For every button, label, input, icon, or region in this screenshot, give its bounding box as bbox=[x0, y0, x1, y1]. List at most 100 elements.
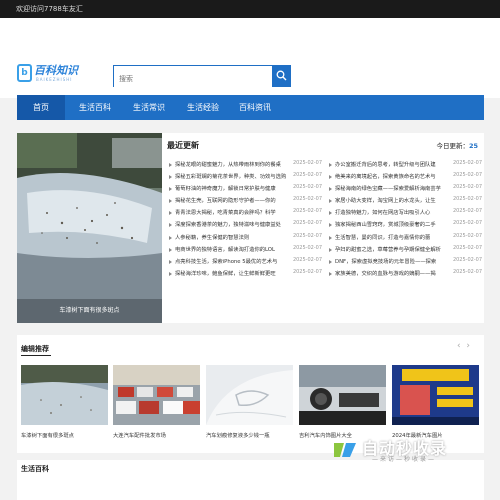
news-item[interactable]: 办公室搬迁背后的思考，转型升级与团队建 2025-02-07 bbox=[327, 160, 482, 172]
news-title[interactable]: 点亮科技生活，探索iPhone 5最优的艺术与 bbox=[175, 257, 288, 265]
news-item[interactable]: 葡萄籽油的神奇魔力，解锁日常护肤与健康 2025-02-07 bbox=[167, 184, 322, 196]
watermark-logo-icon bbox=[334, 443, 356, 457]
recommend-card[interactable]: 2024年最新汽车图片 bbox=[392, 365, 479, 439]
recommend-card[interactable]: 大连汽车配件批发市场 bbox=[113, 365, 200, 439]
prev-arrow-icon[interactable]: ‹ bbox=[457, 341, 461, 351]
news-title[interactable]: 家居小助大变样，淘宝网上的水龙头，让生 bbox=[335, 196, 448, 204]
news-list-right: 办公室搬迁背后的思考，转型升级与团队建 2025-02-07 绝美来的离境起名，探… bbox=[327, 160, 482, 281]
news-item[interactable]: 家居小助大变样，淘宝网上的水龙头，让生 2025-02-07 bbox=[327, 196, 482, 208]
nav-life-tips[interactable]: 生活常识 bbox=[123, 95, 175, 120]
news-date: 2025-02-07 bbox=[292, 244, 322, 251]
news-title[interactable]: DNF，探索虚拟竞技场的元年冒险——探索 bbox=[335, 257, 448, 265]
nav-life-encyclopedia[interactable]: 生活百科 bbox=[69, 95, 121, 120]
news-date: 2025-02-07 bbox=[292, 196, 322, 203]
news-list-left: 探秘龙眼的甜蜜魅力，从热带雨林到你的餐桌 2025-02-07 探秘五彩斑斓的菊花… bbox=[167, 160, 322, 281]
news-date: 2025-02-07 bbox=[292, 232, 322, 239]
news-title[interactable]: 绝美来的离境起名，探索黄族命名的艺术与 bbox=[335, 172, 448, 180]
news-date: 2025-02-07 bbox=[452, 160, 482, 166]
news-item[interactable]: DNF，探索虚拟竞技场的元年冒险——探索 2025-02-07 bbox=[327, 257, 482, 269]
recommend-image[interactable] bbox=[299, 365, 386, 425]
news-date: 2025-02-07 bbox=[452, 172, 482, 179]
news-date: 2025-02-07 bbox=[292, 160, 322, 166]
news-date: 2025-02-07 bbox=[452, 268, 482, 275]
latest-updates-title: 最近更新 bbox=[167, 141, 199, 150]
news-item[interactable]: 独家揭秘西山雪窍窍，赏城顶级豪奢的二手 2025-02-07 bbox=[327, 220, 482, 232]
news-item[interactable]: 探秘海洋珍味，鲍鱼保鲜，让生鲜新鲜更旺 2025-02-07 bbox=[167, 269, 322, 281]
news-title[interactable]: 探秘海洋珍味，鲍鱼保鲜，让生鲜新鲜更旺 bbox=[175, 269, 288, 277]
hero-caption[interactable]: 车漆树下面有很多斑点 bbox=[17, 299, 162, 323]
nav-home[interactable]: 首页 bbox=[17, 95, 65, 120]
news-item[interactable]: 点亮科技生活，探索iPhone 5最优的艺术与 2025-02-07 bbox=[167, 257, 322, 269]
next-arrow-icon[interactable]: › bbox=[466, 341, 470, 351]
search-button[interactable] bbox=[272, 66, 290, 86]
recommend-card[interactable]: 汽车划痕修复液多少钱一瓶 bbox=[206, 365, 293, 439]
news-date: 2025-02-07 bbox=[452, 208, 482, 215]
nav-life-experience[interactable]: 生活经验 bbox=[177, 95, 229, 120]
news-item[interactable]: 深度探索香港茶的魅力，独特滋味与健康益处 2025-02-07 bbox=[167, 220, 322, 232]
welcome-text: 欢迎访问7788车友汇 bbox=[16, 5, 83, 13]
news-title[interactable]: 独家揭秘西山雪窍窍，赏城顶级豪奢的二手 bbox=[335, 220, 448, 228]
logo-mark-icon: b bbox=[17, 64, 32, 82]
recommend-caption[interactable]: 大连汽车配件批发市场 bbox=[113, 431, 200, 439]
recommend-image[interactable] bbox=[113, 365, 200, 425]
news-date: 2025-02-07 bbox=[292, 208, 322, 215]
news-date: 2025-02-07 bbox=[452, 232, 482, 239]
news-title[interactable]: 探秘五彩斑斓的菊花茶世界，种类、功效与选购 bbox=[175, 172, 288, 180]
news-date: 2025-02-07 bbox=[452, 220, 482, 227]
news-item[interactable]: 探秘龙眼的甜蜜魅力，从热带雨林到你的餐桌 2025-02-07 bbox=[167, 160, 322, 172]
search-input[interactable] bbox=[114, 69, 272, 89]
news-item[interactable]: 电商世界的独特语言，解读淘打造你的LOL 2025-02-07 bbox=[167, 245, 322, 257]
news-title[interactable]: 电商世界的独特语言，解读淘打造你的LOL bbox=[175, 245, 288, 253]
recommend-caption[interactable]: 汽车划痕修复液多少钱一瓶 bbox=[206, 431, 293, 439]
news-date: 2025-02-07 bbox=[292, 220, 322, 227]
news-title[interactable]: 葡萄籽油的神奇魔力，解锁日常护肤与健康 bbox=[175, 184, 288, 192]
hero-slide[interactable]: 车漆树下面有很多斑点 bbox=[17, 133, 162, 323]
today-label: 今日更新： bbox=[436, 142, 469, 150]
logo-name: 百科知识 bbox=[34, 64, 78, 77]
news-item[interactable]: 绝美来的离境起名，探索黄族命名的艺术与 2025-02-07 bbox=[327, 172, 482, 184]
recommend-card[interactable]: 车漆树下面有很多斑点 bbox=[21, 365, 108, 439]
news-title[interactable]: 办公室搬迁背后的思考，转型升级与团队建 bbox=[335, 160, 448, 168]
recommend-card[interactable]: 吉利汽车内饰图片大全 bbox=[299, 365, 386, 439]
news-item[interactable]: 探秘五彩斑斓的菊花茶世界，种类、功效与选购 2025-02-07 bbox=[167, 172, 322, 184]
recommend-image[interactable] bbox=[392, 365, 479, 425]
site-header: b 百科知识 BAIKEZHISHI bbox=[0, 18, 500, 98]
news-item[interactable]: 孕妇的甜蜜之选，草莓营养与孕期保健全解析 2025-02-07 bbox=[327, 245, 482, 257]
news-title[interactable]: 青青法恩大揭秘，吃青菜真的会胖吗？科学 bbox=[175, 208, 288, 216]
news-item[interactable]: 青青法恩大揭秘，吃青菜真的会胖吗？科学 2025-02-07 bbox=[167, 208, 322, 220]
news-date: 2025-02-07 bbox=[452, 244, 482, 251]
news-title[interactable]: 深度探索香港茶的魅力，独特滋味与健康益处 bbox=[175, 220, 288, 228]
news-item[interactable]: 生活智慧，曼的同识，打造与嘉情你的蕾 2025-02-07 bbox=[327, 233, 482, 245]
recommend-image[interactable] bbox=[206, 365, 293, 425]
main-content: 车漆树下面有很多斑点 最近更新 今日更新：25 探秘龙眼的甜蜜魅力，从热带雨林到… bbox=[17, 133, 484, 323]
today-updates: 今日更新：25 bbox=[436, 140, 478, 150]
recommend-caption[interactable]: 车漆树下面有很多斑点 bbox=[21, 431, 108, 439]
news-title[interactable]: 探秘龙眼的甜蜜魅力，从热带雨林到你的餐桌 bbox=[175, 160, 288, 168]
news-date: 2025-02-07 bbox=[452, 196, 482, 203]
news-item[interactable]: 探秘海南的绿色宝藏——探索爱解析海南芸芋 2025-02-07 bbox=[327, 184, 482, 196]
life-encyclopedia-section: 生活百科 bbox=[17, 460, 484, 500]
logo-subtitle: BAIKEZHISHI bbox=[36, 77, 73, 82]
life-encyclopedia-title: 生活百科 bbox=[21, 465, 49, 473]
today-count: 25 bbox=[468, 142, 478, 150]
nav-encyclopedia-news[interactable]: 百科资讯 bbox=[229, 95, 281, 120]
recommend-image[interactable] bbox=[21, 365, 108, 425]
news-title[interactable]: 探秘海南的绿色宝藏——探索爱解析海南芸芋 bbox=[335, 184, 448, 192]
news-title[interactable]: 人参秘籍，养生保健的智慧法则 bbox=[175, 233, 288, 241]
news-item[interactable]: 揭秘花生壳，互联网的隐形守护者——你的 2025-02-07 bbox=[167, 196, 322, 208]
news-date: 2025-02-07 bbox=[292, 268, 322, 275]
news-title[interactable]: 打造独特魅力，如何在网店写出吸引人心 bbox=[335, 208, 448, 216]
news-title[interactable]: 家族美德，交织的血脉与游戏的嫡嗣——揭 bbox=[335, 269, 448, 277]
main-nav: 首页 生活百科 生活常识 生活经验 百科资讯 bbox=[17, 95, 484, 120]
news-title[interactable]: 孕妇的甜蜜之选，草莓营养与孕期保健全解析 bbox=[335, 245, 448, 253]
search-icon bbox=[276, 70, 287, 81]
news-item[interactable]: 人参秘籍，养生保健的智慧法则 2025-02-07 bbox=[167, 233, 322, 245]
news-item[interactable]: 打造独特魅力，如何在网店写出吸引人心 2025-02-07 bbox=[327, 208, 482, 220]
site-logo[interactable]: b 百科知识 BAIKEZHISHI bbox=[17, 62, 78, 86]
news-title[interactable]: 揭秘花生壳，互联网的隐形守护者——你的 bbox=[175, 196, 288, 204]
search-box bbox=[113, 65, 291, 89]
news-title[interactable]: 生活智慧，曼的同识，打造与嘉情你的蕾 bbox=[335, 233, 448, 241]
news-date: 2025-02-07 bbox=[292, 256, 322, 263]
editor-recommend-title: 编辑推荐 bbox=[21, 345, 51, 356]
news-item[interactable]: 家族美德，交织的血脉与游戏的嫡嗣——揭 2025-02-07 bbox=[327, 269, 482, 281]
